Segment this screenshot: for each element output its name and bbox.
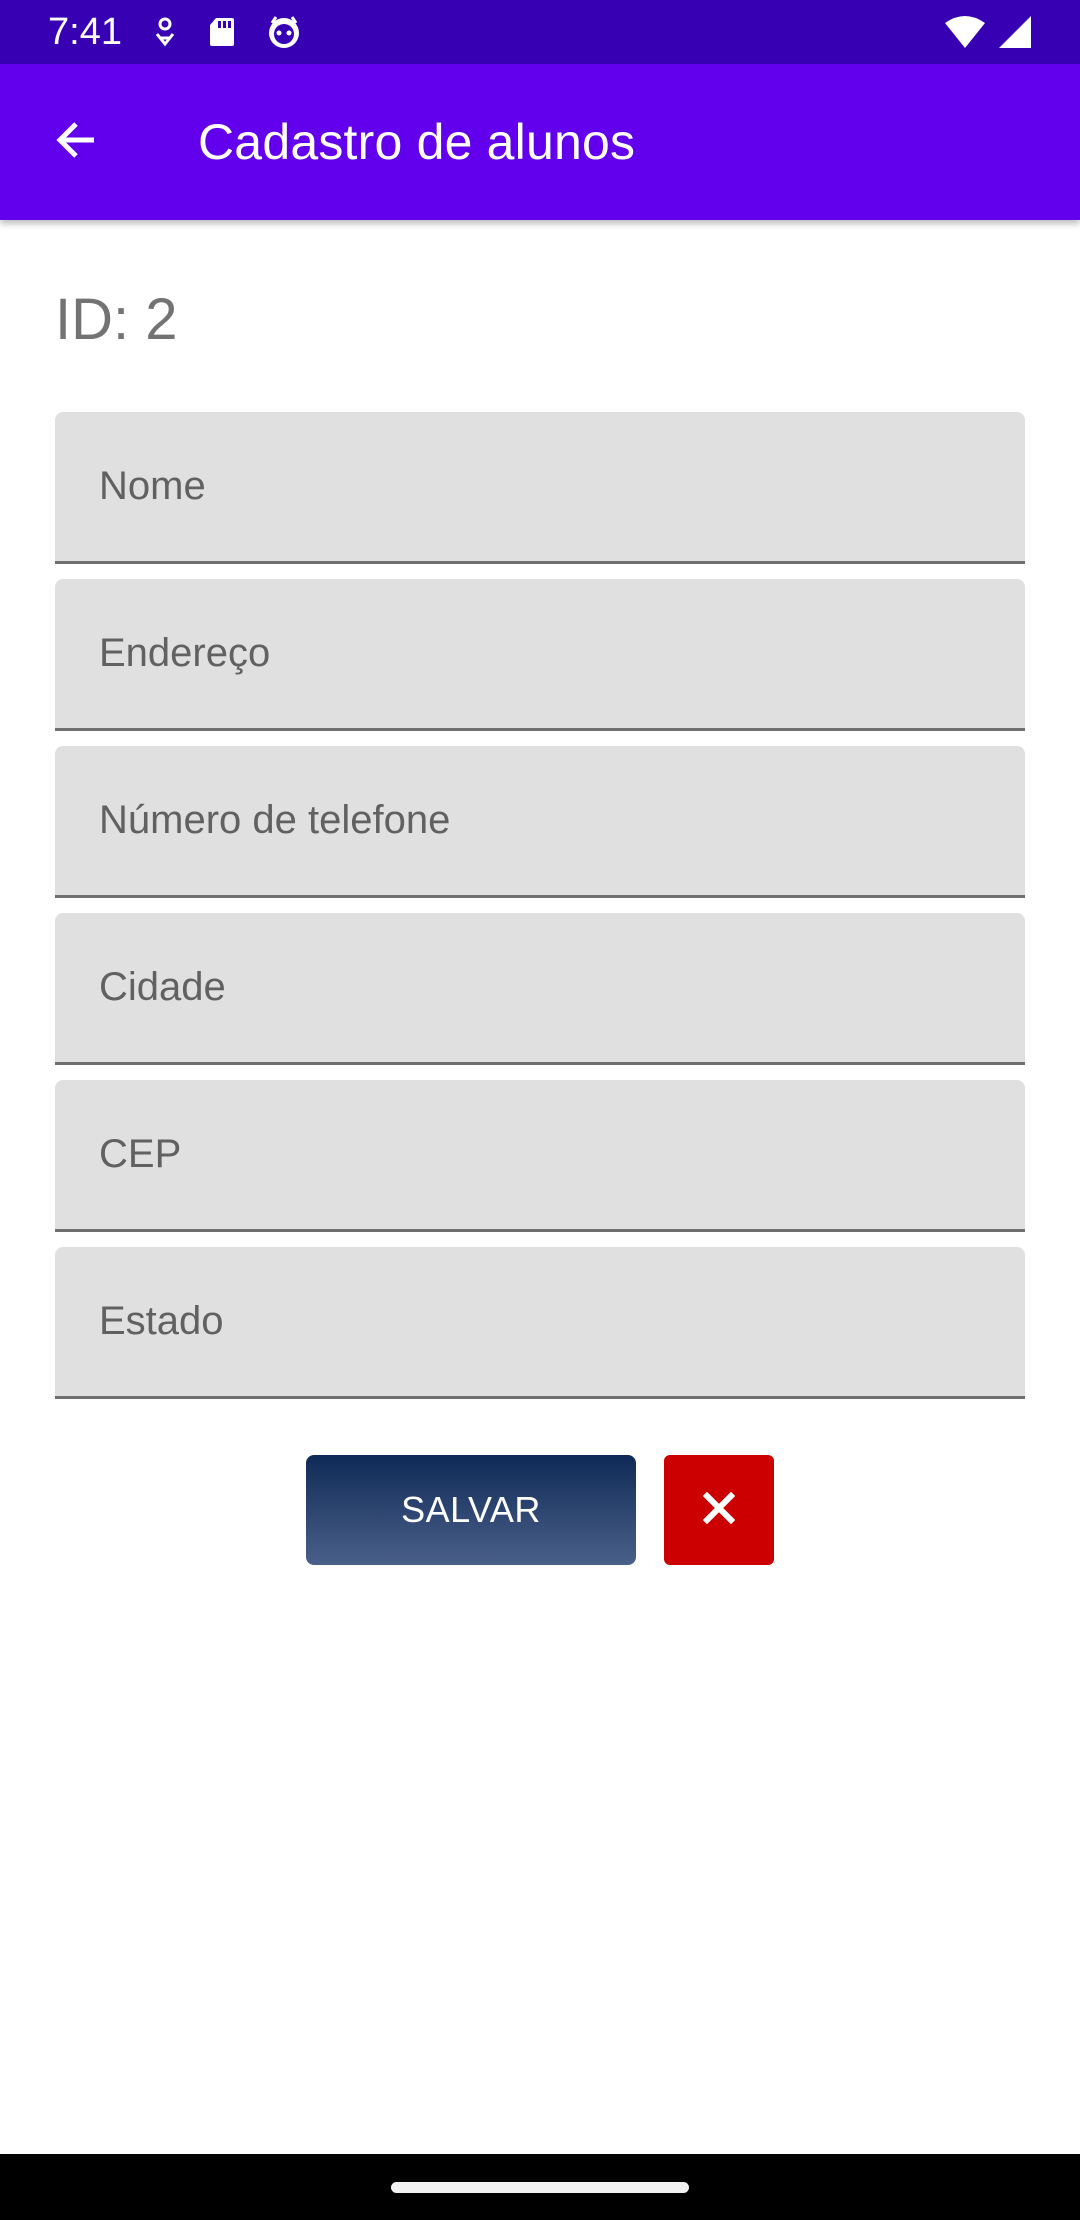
state-field[interactable] (55, 1247, 1025, 1399)
wifi-icon (944, 15, 986, 49)
page-title: Cadastro de alunos (198, 114, 636, 170)
name-input[interactable] (55, 412, 1025, 561)
save-button[interactable]: SALVAR (306, 1455, 636, 1565)
status-icons-right (944, 15, 1032, 49)
robot-face-icon (266, 15, 302, 49)
navigation-bar (0, 2154, 1080, 2220)
phone-field[interactable] (55, 746, 1025, 898)
cep-field[interactable] (55, 1080, 1025, 1232)
address-field[interactable] (55, 579, 1025, 731)
city-input[interactable] (55, 913, 1025, 1062)
back-button[interactable] (36, 102, 116, 182)
name-field[interactable] (55, 412, 1025, 564)
close-icon (702, 1491, 736, 1529)
address-input[interactable] (55, 579, 1025, 728)
home-gesture-handle[interactable] (391, 2181, 689, 2193)
city-field[interactable] (55, 913, 1025, 1065)
cep-input[interactable] (55, 1080, 1025, 1229)
cancel-button[interactable] (664, 1455, 774, 1565)
status-time: 7:41 (48, 10, 122, 53)
student-id-label: ID: 2 (55, 287, 178, 352)
status-bar: 7:41 (0, 0, 1080, 64)
app-bar: Cadastro de alunos (0, 64, 1080, 220)
phone-input[interactable] (55, 746, 1025, 895)
arrow-back-icon (52, 116, 100, 169)
cell-signal-icon (998, 15, 1032, 49)
state-input[interactable] (55, 1247, 1025, 1396)
sd-card-icon (208, 16, 236, 48)
location-sensor-icon (152, 17, 178, 47)
status-icons-left (152, 15, 302, 49)
